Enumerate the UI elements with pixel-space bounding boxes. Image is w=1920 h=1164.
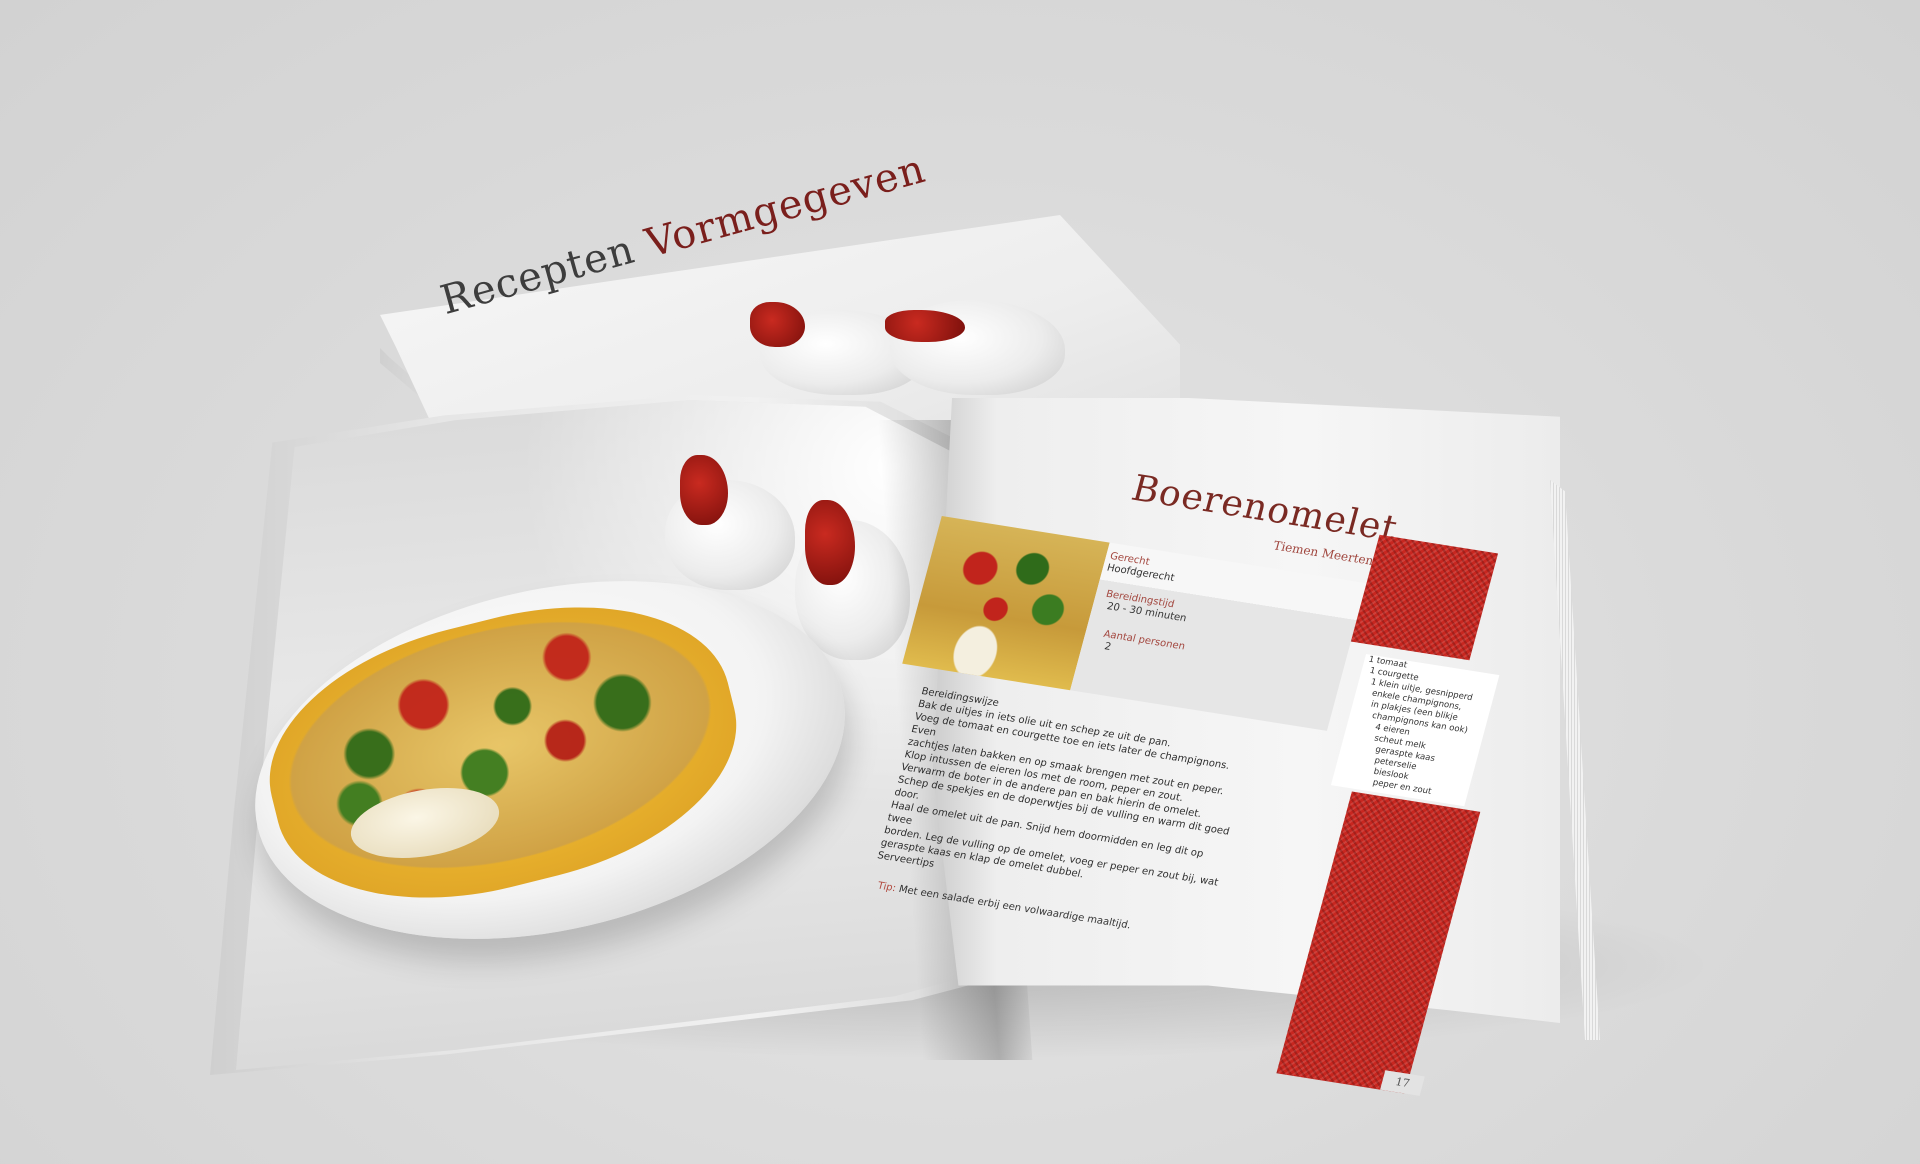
page-number: 17 bbox=[1380, 1070, 1425, 1096]
method-text: Bereidingswijze Bak de uitjes in iets ol… bbox=[876, 685, 1259, 915]
personen-value: 2 bbox=[1103, 641, 1113, 653]
photo-chicken-figurine bbox=[665, 455, 795, 590]
tip-label: Tip: bbox=[876, 880, 898, 895]
magazine-mockup-scene: Recepten Vormgegeven Boerenomelet Tiemen… bbox=[0, 0, 1920, 1164]
cover-chicken-figurine bbox=[885, 300, 1065, 395]
personen-label: Aantal personen bbox=[1102, 628, 1187, 653]
recipe-info-panel: Gerecht Hoofdgerecht Bereidingstijd 20 -… bbox=[1070, 542, 1367, 731]
